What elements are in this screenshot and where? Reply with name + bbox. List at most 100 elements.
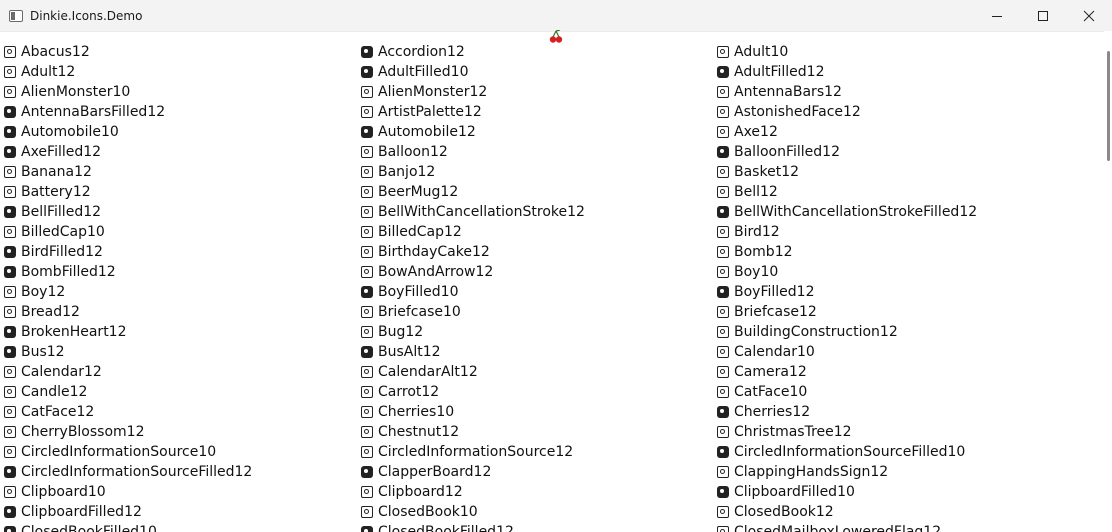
icon-label: ClipboardFilled12 (21, 504, 142, 520)
app-window-icon (9, 9, 23, 22)
caption-buttons (974, 0, 1112, 31)
glyph-icon (361, 446, 373, 458)
list-item: Clipboard10 (4, 482, 252, 502)
list-item: BellFilled12 (4, 202, 252, 222)
list-item: Briefcase12 (717, 302, 977, 322)
list-item: AlienMonster12 (361, 82, 585, 102)
list-item: Chestnut12 (361, 422, 585, 442)
glyph-icon (4, 86, 16, 98)
list-item: BirdFilled12 (4, 242, 252, 262)
glyph-icon (361, 66, 373, 78)
list-item: Clipboard12 (361, 482, 585, 502)
glyph-icon (717, 446, 729, 458)
glyph-icon (717, 506, 729, 518)
icon-label: Abacus12 (21, 44, 90, 60)
icon-label: BeerMug12 (378, 184, 459, 200)
icon-label: Bird12 (734, 224, 780, 240)
glyph-icon (4, 226, 16, 238)
icon-label: CalendarAlt12 (378, 364, 478, 380)
list-item: Basket12 (717, 162, 977, 182)
list-item: BirthdayCake12 (361, 242, 585, 262)
icon-label: BoyFilled10 (378, 284, 459, 300)
glyph-icon (717, 206, 729, 218)
glyph-icon (4, 466, 16, 478)
glyph-icon (4, 446, 16, 458)
icon-label: BombFilled12 (21, 264, 116, 280)
glyph-icon (4, 366, 16, 378)
list-item: Adult10 (717, 42, 977, 62)
list-item: Balloon12 (361, 142, 585, 162)
glyph-icon (361, 526, 373, 532)
icon-label: CircledInformationSource10 (21, 444, 217, 460)
glyph-icon (361, 186, 373, 198)
list-item: Bird12 (717, 222, 977, 242)
icon-label: BirthdayCake12 (378, 244, 490, 260)
icon-list[interactable]: Abacus12 Adult12 AlienMonster10 AntennaBars… (0, 31, 1104, 532)
glyph-icon (4, 266, 16, 278)
glyph-icon (4, 106, 16, 118)
glyph-icon (4, 486, 16, 498)
icon-label: Bus12 (21, 344, 65, 360)
glyph-icon (4, 186, 16, 198)
icon-label: Boy10 (734, 264, 779, 280)
glyph-icon (361, 206, 373, 218)
vertical-scrollbar[interactable] (1104, 31, 1112, 532)
icon-label: CircledInformationSourceFilled10 (734, 444, 966, 460)
glyph-icon (717, 146, 729, 158)
icon-label: AlienMonster12 (378, 84, 488, 100)
list-item: Banjo12 (361, 162, 585, 182)
icon-label: ClipboardFilled10 (734, 484, 855, 500)
icon-label: Clipboard12 (378, 484, 463, 500)
list-item: BowAndArrow12 (361, 262, 585, 282)
icon-label: Carrot12 (378, 384, 440, 400)
window-title: Dinkie.Icons.Demo (30, 8, 143, 23)
glyph-icon (4, 46, 16, 58)
glyph-icon (4, 126, 16, 138)
list-item: Axe12 (717, 122, 977, 142)
list-item: CherryBlossom12 (4, 422, 252, 442)
list-item: BrokenHeart12 (4, 322, 252, 342)
list-item: CircledInformationSourceFilled12 (4, 462, 252, 482)
list-item: Briefcase10 (361, 302, 585, 322)
glyph-icon (717, 466, 729, 478)
maximize-button[interactable] (1020, 0, 1066, 31)
icon-label: CherryBlossom12 (21, 424, 145, 440)
icon-label: Basket12 (734, 164, 800, 180)
list-item: Bug12 (361, 322, 585, 342)
glyph-icon (4, 506, 16, 518)
list-item: BoyFilled10 (361, 282, 585, 302)
glyph-icon (717, 106, 729, 118)
list-item: CatFace10 (717, 382, 977, 402)
glyph-icon (717, 246, 729, 258)
icon-label: Cherries10 (378, 404, 455, 420)
close-button[interactable] (1066, 0, 1112, 31)
list-item: BeerMug12 (361, 182, 585, 202)
list-item: CircledInformationSourceFilled10 (717, 442, 977, 462)
list-item: Banana12 (4, 162, 252, 182)
icon-column-1: Abacus12 Adult12 AlienMonster10 AntennaBars… (4, 42, 252, 532)
list-item: Boy10 (717, 262, 977, 282)
glyph-icon (361, 386, 373, 398)
icon-label: Candle12 (21, 384, 88, 400)
glyph-icon (717, 326, 729, 338)
icon-label: Accordion12 (378, 44, 465, 60)
glyph-icon (361, 106, 373, 118)
list-item: ClosedMailboxLoweredFlag12 (717, 522, 977, 532)
list-item: AdultFilled12 (717, 62, 977, 82)
glyph-icon (717, 306, 729, 318)
list-item: BoyFilled12 (717, 282, 977, 302)
icon-label: Camera12 (734, 364, 807, 380)
glyph-icon (361, 286, 373, 298)
list-item: Boy12 (4, 282, 252, 302)
list-item: ClosedBookFilled12 (361, 522, 585, 532)
title-bar[interactable]: Dinkie.Icons.Demo (0, 0, 1112, 32)
list-item: BilledCap12 (361, 222, 585, 242)
scrollbar-thumb[interactable] (1107, 51, 1110, 161)
glyph-icon (4, 406, 16, 418)
list-item: Bread12 (4, 302, 252, 322)
glyph-icon (4, 246, 16, 258)
icon-label: Calendar10 (734, 344, 815, 360)
list-item: Abacus12 (4, 42, 252, 62)
list-item: ClosedBook12 (717, 502, 977, 522)
minimize-button[interactable] (974, 0, 1020, 31)
